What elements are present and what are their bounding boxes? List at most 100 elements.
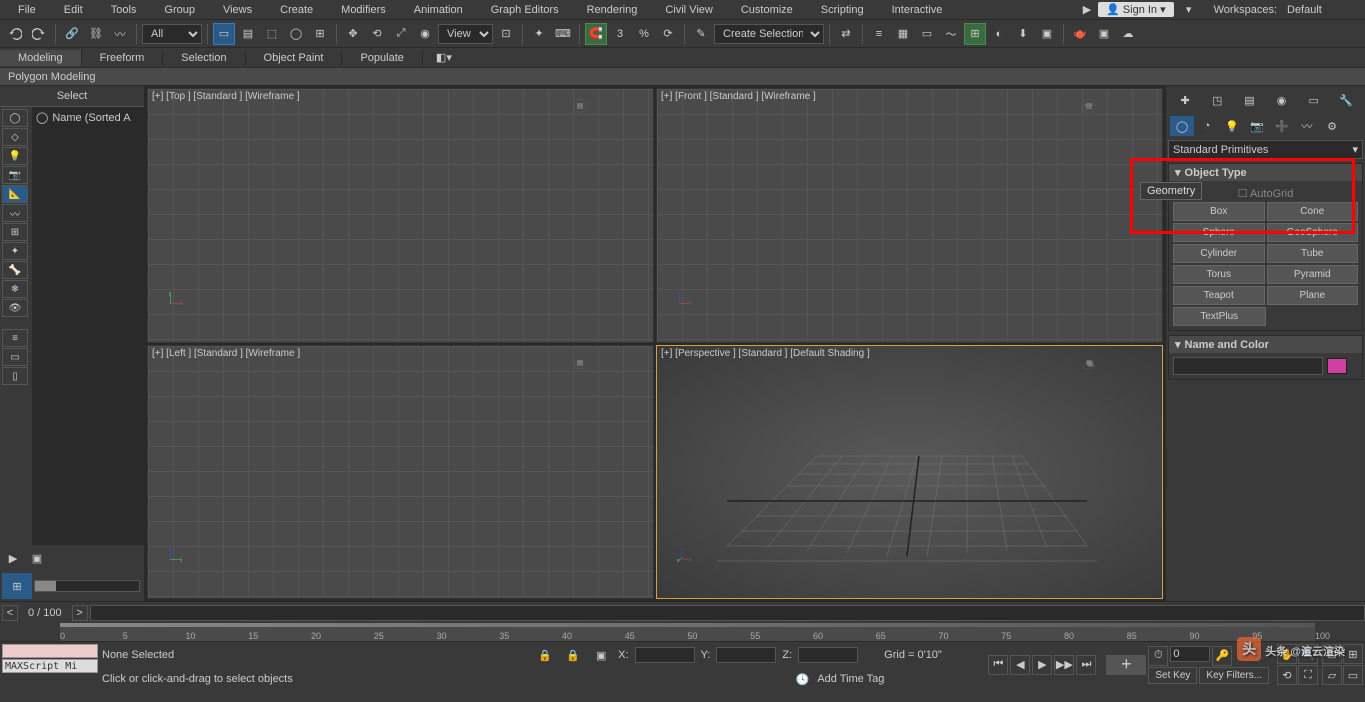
- timetag-icon[interactable]: 🕓: [791, 668, 813, 690]
- pivot-button[interactable]: ⊡: [495, 23, 517, 45]
- menu-modifiers[interactable]: Modifiers: [327, 2, 400, 18]
- play-button[interactable]: ▶: [1032, 655, 1052, 675]
- circ-region-button[interactable]: ◯: [285, 23, 307, 45]
- render-production-button[interactable]: 🫖: [1069, 23, 1091, 45]
- frame-spinner[interactable]: [1170, 646, 1210, 662]
- selection-lock-icon[interactable]: ▣: [590, 644, 612, 666]
- filter-helpers-icon[interactable]: 📐: [2, 185, 28, 203]
- menu-customize[interactable]: Customize: [727, 2, 807, 18]
- torus-button[interactable]: Torus: [1173, 265, 1265, 284]
- motion-tab-icon[interactable]: ◉: [1270, 90, 1294, 110]
- viewport-layout-icon[interactable]: ⊞: [2, 573, 32, 599]
- polygon-modeling-label[interactable]: Polygon Modeling: [8, 71, 95, 83]
- refcoord-dropdown[interactable]: View: [438, 24, 493, 44]
- timeline-left-icon[interactable]: <: [2, 605, 18, 621]
- viewport-perspective[interactable]: [+] [Perspective ] [Standard ] [Default …: [656, 345, 1163, 600]
- autokey-button[interactable]: +: [1106, 655, 1146, 675]
- curve-editor-button[interactable]: 〜: [940, 23, 962, 45]
- viewport-front-label[interactable]: [+] [Front ] [Standard ] [Wireframe ]: [661, 91, 816, 102]
- add-time-tag[interactable]: Add Time Tag: [817, 673, 884, 685]
- geosphere-button[interactable]: GeoSphere: [1267, 223, 1359, 242]
- lights-category-icon[interactable]: 💡: [1220, 116, 1244, 136]
- teapot-button[interactable]: Teapot: [1173, 286, 1265, 305]
- lock-icon[interactable]: 🔒: [534, 644, 556, 666]
- move-button[interactable]: ✥: [342, 23, 364, 45]
- object-color-swatch[interactable]: [1327, 358, 1347, 374]
- tab-objectpaint[interactable]: Object Paint: [246, 50, 343, 66]
- rotate-button[interactable]: ⟲: [366, 23, 388, 45]
- filter-shapes-icon[interactable]: ◇: [2, 128, 28, 146]
- filter-groups-icon[interactable]: ⊞: [2, 223, 28, 241]
- viewport-left-label[interactable]: [+] [Left ] [Standard ] [Wireframe ]: [152, 348, 300, 359]
- menu-create[interactable]: Create: [266, 2, 327, 18]
- set-key-button[interactable]: Set Key: [1148, 667, 1197, 684]
- selection-filter[interactable]: All: [142, 24, 202, 44]
- display-invert-icon[interactable]: ▯: [2, 367, 28, 385]
- bind-button[interactable]: 〰: [109, 23, 131, 45]
- timeline-right-icon[interactable]: >: [72, 605, 88, 621]
- manipulate-button[interactable]: ✦: [528, 23, 550, 45]
- menu-civilview[interactable]: Civil View: [651, 2, 726, 18]
- snap-button[interactable]: 🧲: [585, 23, 607, 45]
- expand-icon[interactable]: ▶: [2, 547, 24, 569]
- rect-region-button[interactable]: ⬚: [261, 23, 283, 45]
- sphere-button[interactable]: Sphere: [1173, 223, 1265, 242]
- time-slider-track[interactable]: [90, 605, 1365, 621]
- shapes-category-icon[interactable]: ◔: [1195, 116, 1219, 136]
- filter-geometry-icon[interactable]: ◯: [2, 109, 28, 127]
- workspace-selector[interactable]: Default: [1281, 3, 1361, 17]
- display-none-icon[interactable]: ▭: [2, 348, 28, 366]
- max-view-icon[interactable]: ⛶: [1298, 665, 1318, 685]
- filter-frozen-icon[interactable]: 👁: [2, 299, 28, 317]
- mxs-output[interactable]: [2, 644, 98, 658]
- viewport-front[interactable]: [+] [Front ] [Standard ] [Wireframe ] FR…: [656, 88, 1163, 343]
- orbit-view-icon[interactable]: ⟲: [1277, 665, 1297, 685]
- viewport-top-label[interactable]: [+] [Top ] [Standard ] [Wireframe ]: [152, 91, 300, 102]
- viewcube-persp[interactable]: [1082, 356, 1142, 416]
- time-ruler[interactable]: 0510152025303540455055606570758085909510…: [60, 623, 1315, 641]
- viewport-persp-label[interactable]: [+] [Perspective ] [Standard ] [Default …: [661, 348, 870, 359]
- named-selection-dropdown[interactable]: Create Selection Se: [714, 24, 824, 44]
- link-button[interactable]: 🔗: [61, 23, 83, 45]
- pyramid-button[interactable]: Pyramid: [1267, 265, 1359, 284]
- tab-modeling[interactable]: Modeling: [0, 50, 82, 66]
- redo-button[interactable]: [28, 23, 50, 45]
- keyboard-shortcut-button[interactable]: ⌨: [552, 23, 574, 45]
- viewcube-top[interactable]: TOP: [573, 99, 633, 159]
- list-header-name[interactable]: Name (Sorted A: [52, 112, 130, 124]
- viewport-left[interactable]: [+] [Left ] [Standard ] [Wireframe ] LEF…: [147, 345, 654, 600]
- display-tab-icon[interactable]: ▭: [1302, 90, 1326, 110]
- zoom-region-icon[interactable]: ▭: [1343, 665, 1363, 685]
- undo-button[interactable]: [4, 23, 26, 45]
- time-config-icon[interactable]: ⏱: [1148, 646, 1168, 666]
- filter-lights-icon[interactable]: 💡: [2, 147, 28, 165]
- primitive-dropdown[interactable]: Standard Primitives▾: [1168, 140, 1363, 159]
- systems-category-icon[interactable]: ⚙: [1320, 116, 1344, 136]
- menu-animation[interactable]: Animation: [400, 2, 477, 18]
- schematic-view-button[interactable]: ⊞: [964, 23, 986, 45]
- plane-button[interactable]: Plane: [1267, 286, 1359, 305]
- mirror-button[interactable]: ⇄: [835, 23, 857, 45]
- render-online-button[interactable]: ☁: [1117, 23, 1139, 45]
- placement-button[interactable]: ◉: [414, 23, 436, 45]
- utilities-tab-icon[interactable]: 🔧: [1334, 90, 1358, 110]
- textplus-button[interactable]: TextPlus: [1173, 307, 1266, 326]
- menu-interactive[interactable]: Interactive: [878, 2, 957, 18]
- menu-edit[interactable]: Edit: [50, 2, 97, 18]
- collapse-icon[interactable]: ▣: [26, 547, 48, 569]
- key-filters-button[interactable]: Key Filters...: [1199, 667, 1269, 684]
- next-frame-button[interactable]: ▶▶: [1054, 655, 1074, 675]
- tab-populate[interactable]: Populate: [342, 50, 422, 66]
- filter-containers-icon[interactable]: ❄: [2, 280, 28, 298]
- helpers-category-icon[interactable]: ➕: [1270, 116, 1294, 136]
- object-name-input[interactable]: [1173, 357, 1323, 375]
- scene-list[interactable]: ◯ Name (Sorted A: [32, 107, 144, 545]
- key-mode-icon[interactable]: 🔑: [1212, 646, 1232, 666]
- filter-cameras-icon[interactable]: 📷: [2, 166, 28, 184]
- edit-named-sel-button[interactable]: ✎: [690, 23, 712, 45]
- goto-start-button[interactable]: ⏮: [988, 655, 1008, 675]
- unlink-button[interactable]: ⛓: [85, 23, 107, 45]
- z-input[interactable]: [798, 647, 858, 663]
- mxs-listener[interactable]: MAXScript Mi: [2, 659, 98, 673]
- menu-rendering[interactable]: Rendering: [573, 2, 652, 18]
